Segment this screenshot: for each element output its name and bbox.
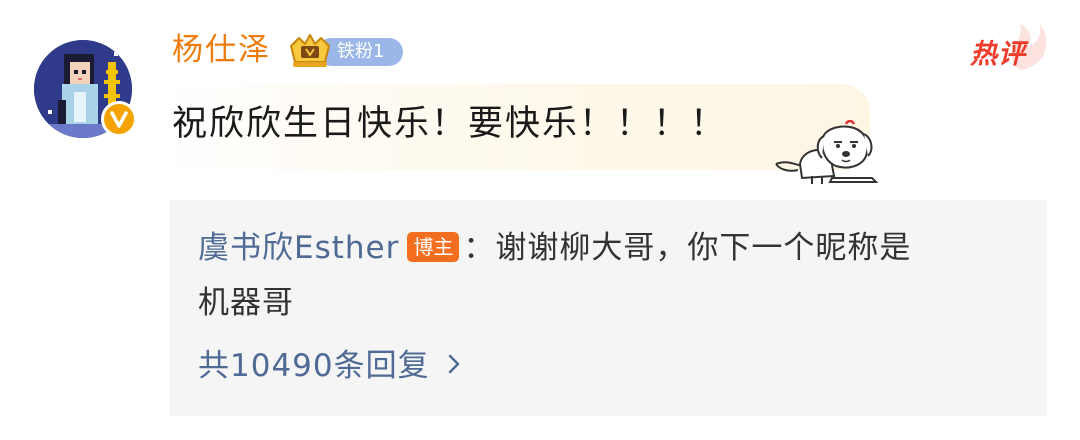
verified-v-icon — [101, 101, 137, 137]
fan-badge[interactable]: 铁粉1 — [287, 32, 403, 70]
reply-text-line2: 机器哥 — [198, 285, 294, 321]
reply-preview[interactable]: 虞书欣Esther 博主 ：谢谢柳大哥，你下一个昵称是 机器哥 共10490条回复 — [170, 200, 1047, 416]
chevron-right-icon — [448, 354, 459, 374]
crown-icon — [290, 34, 330, 67]
comment-text: 祝欣欣生日快乐！要快乐！！！！ — [172, 104, 728, 144]
view-all-replies-link[interactable]: 共10490条回复 — [198, 346, 468, 386]
hot-comment-badge: 热评 — [962, 20, 1054, 74]
author-tag-badge: 博主 — [407, 232, 460, 262]
reply-separator: ： — [463, 230, 496, 266]
comment-username[interactable]: 杨仕泽 — [172, 30, 271, 70]
reply-line-1: 虞书欣Esther 博主 ：谢谢柳大哥，你下一个昵称是 — [198, 228, 1018, 268]
hot-comment-label: 热评 — [970, 39, 1026, 70]
dog-sticker — [775, 120, 879, 184]
comment-card: 杨仕泽 铁粉1 热评 祝欣欣生日快乐！要快乐！！！！ 虞书欣Esther 博主 … — [0, 0, 1080, 440]
reply-count-label: 共10490条回复 — [198, 348, 430, 384]
reply-author[interactable]: 虞书欣Esther — [198, 230, 399, 266]
reply-line-2: 机器哥 — [198, 283, 1018, 323]
reply-text-line1: 谢谢柳大哥，你下一个昵称是 — [495, 230, 912, 266]
